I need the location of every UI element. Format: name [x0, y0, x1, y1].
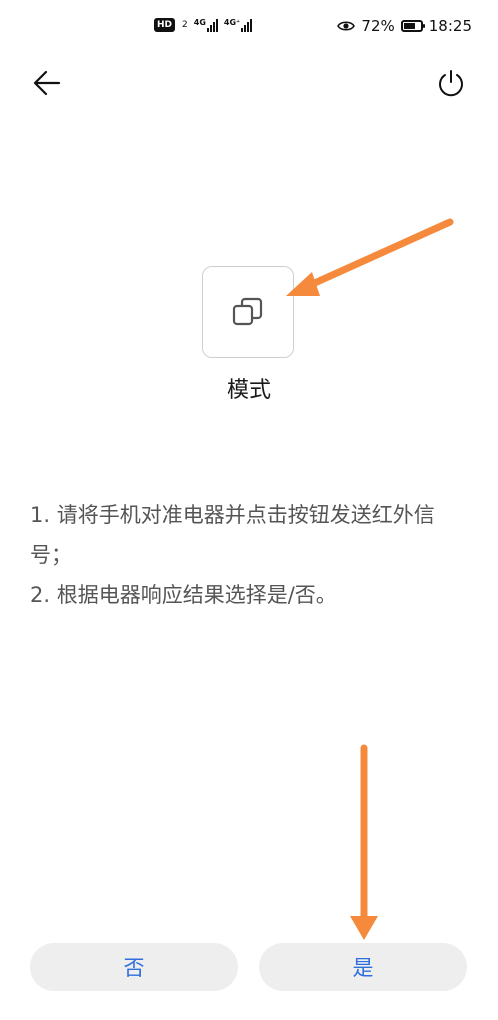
cell-signal-2: 4G⁺ — [223, 18, 253, 32]
power-icon — [439, 70, 463, 97]
instruction-step-2: 2. 根据电器响应结果选择是/否。 — [30, 583, 337, 607]
back-button[interactable] — [30, 66, 64, 100]
network-type-1: 4G — [193, 18, 206, 27]
status-left: HD 2 4G 4G⁺ — [154, 18, 253, 32]
status-bar: HD 2 4G 4G⁺ 72% 18:25 — [0, 0, 498, 56]
eye-icon — [337, 21, 356, 31]
signal-bars-icon — [206, 18, 218, 32]
battery-icon — [400, 20, 425, 32]
instruction-step-1: 1. 请将手机对准电器并点击按钮发送红外信号； — [30, 503, 435, 567]
mode-button[interactable] — [202, 266, 294, 358]
hd-sub: 2 — [182, 20, 188, 30]
bottom-button-bar: 否 是 — [30, 943, 467, 991]
network-type-2: 4G⁺ — [223, 18, 241, 27]
instructions: 1. 请将手机对准电器并点击按钮发送红外信号； 2. 根据电器响应结果选择是/否… — [30, 495, 470, 615]
mode-label: 模式 — [226, 378, 271, 403]
arrow-left-icon — [33, 70, 61, 96]
hd-badge: HD — [154, 18, 176, 32]
annotation-arrow-to-mode — [286, 218, 454, 296]
annotation-arrow-to-yes — [350, 744, 378, 940]
power-button[interactable] — [434, 66, 468, 100]
hd-label: HD — [157, 20, 173, 30]
battery-percent: 72% — [361, 17, 395, 35]
clock: 18:25 — [428, 17, 472, 35]
copy-layers-icon — [232, 297, 263, 326]
no-button[interactable]: 否 — [30, 943, 238, 991]
battery-level — [403, 23, 416, 29]
yes-button[interactable]: 是 — [259, 943, 467, 991]
signal-bars-icon — [241, 18, 253, 32]
yes-button-label: 是 — [352, 956, 374, 980]
status-right: 72% 18:25 — [337, 17, 472, 35]
cell-signal-1: 4G — [194, 18, 218, 32]
no-button-label: 否 — [123, 956, 145, 980]
